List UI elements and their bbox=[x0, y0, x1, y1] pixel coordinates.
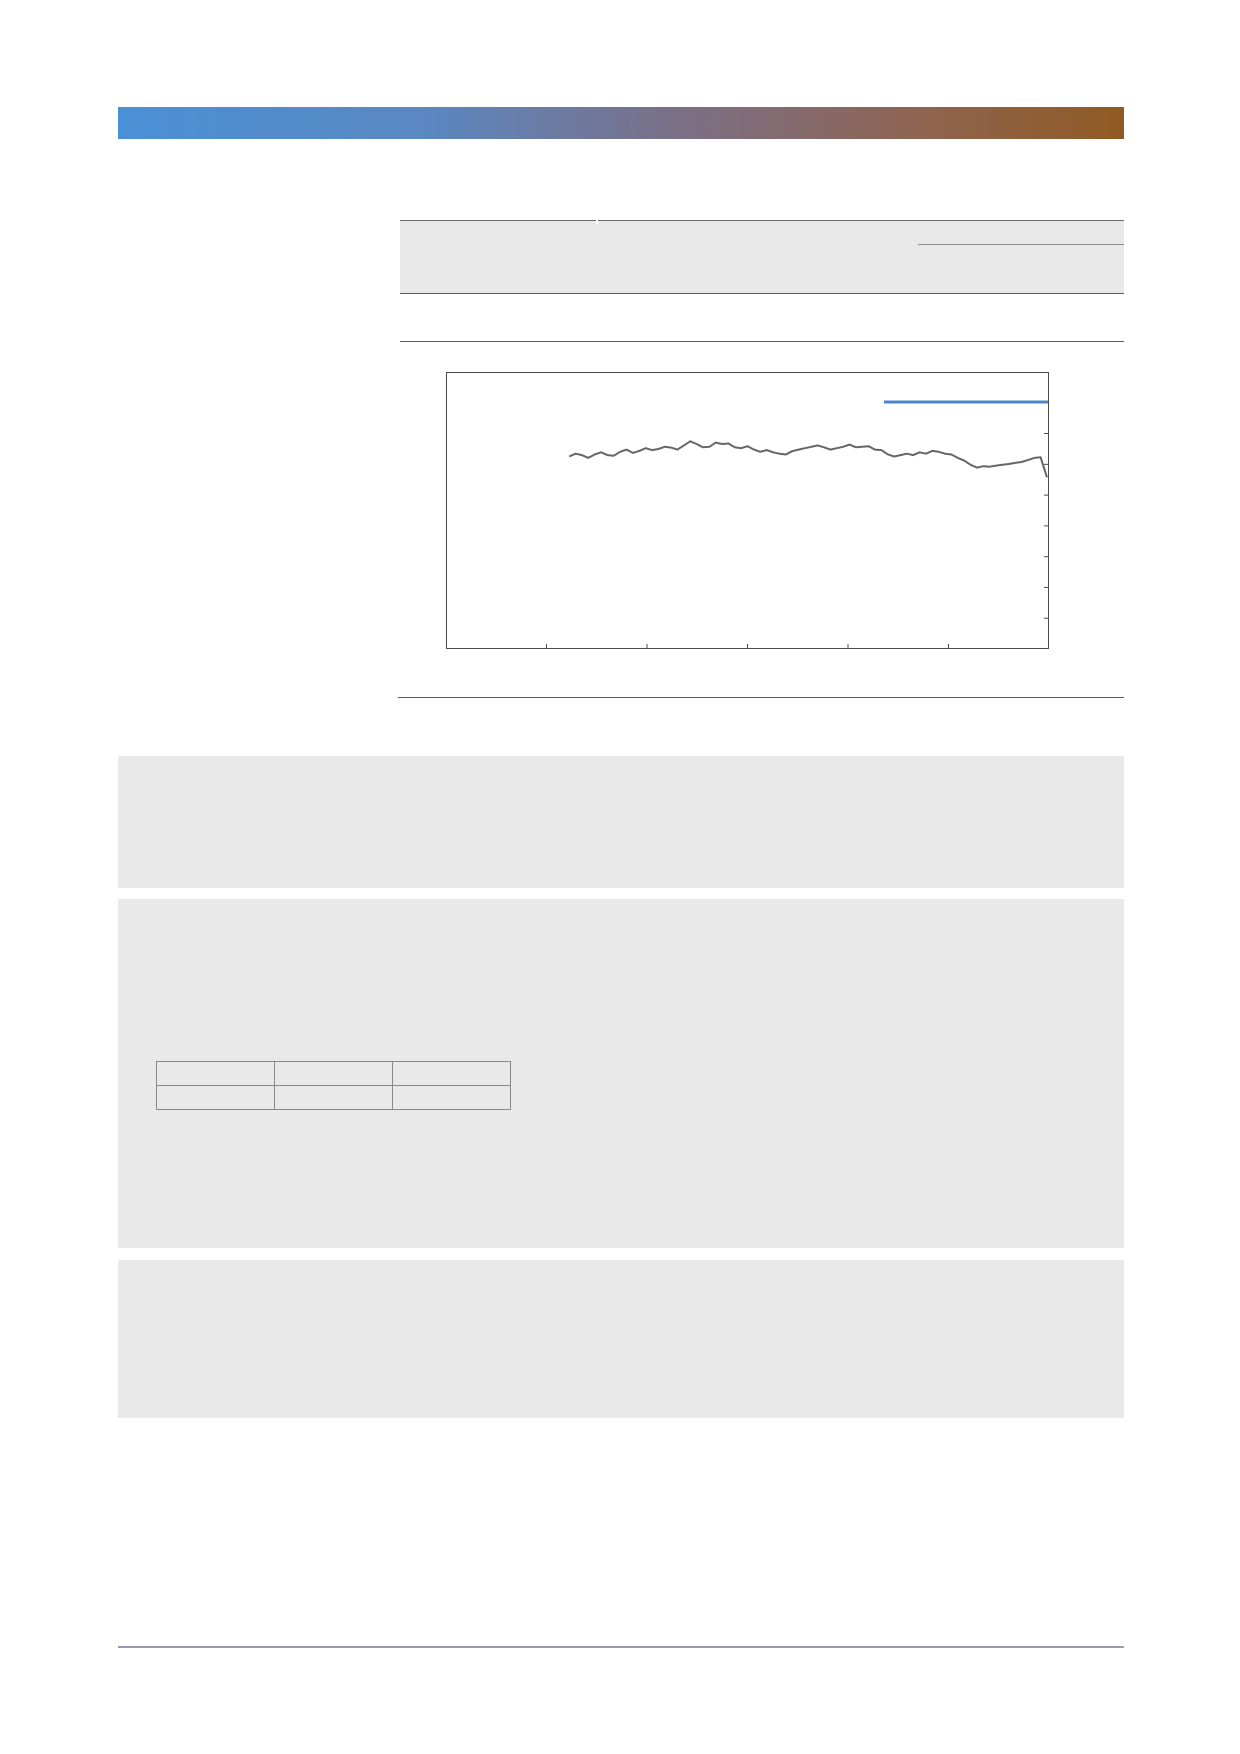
table-cell bbox=[392, 1061, 511, 1086]
table-bottom-rule bbox=[400, 341, 1124, 342]
table-row-rule bbox=[400, 293, 1124, 294]
header-gradient-bar bbox=[118, 107, 1124, 139]
chart-axes bbox=[446, 372, 1049, 649]
series-line-0 bbox=[568, 440, 1048, 478]
table-cell bbox=[274, 1061, 393, 1086]
table-cell bbox=[156, 1061, 275, 1086]
chart-bottom-rule bbox=[398, 697, 1124, 698]
table-row bbox=[156, 1085, 511, 1110]
info-panel-3 bbox=[118, 1260, 1124, 1418]
summary-table bbox=[400, 218, 1124, 342]
table-cell bbox=[274, 1085, 393, 1110]
footer-rule bbox=[118, 1646, 1124, 1648]
table-row bbox=[156, 1061, 511, 1086]
table-subheader-rule bbox=[918, 244, 1124, 245]
table-header-row bbox=[400, 221, 1124, 293]
info-table bbox=[156, 1061, 511, 1110]
table-cell bbox=[392, 1085, 511, 1110]
info-panel-1 bbox=[118, 756, 1124, 888]
line-chart bbox=[446, 372, 1050, 652]
chart-svg bbox=[446, 372, 1049, 649]
table-cell bbox=[156, 1085, 275, 1110]
chart-ticks bbox=[546, 402, 1048, 648]
chart-series bbox=[568, 440, 1048, 478]
table-column-separator bbox=[596, 218, 598, 224]
info-panel-2 bbox=[118, 899, 1124, 1248]
plot-frame bbox=[446, 372, 1049, 649]
